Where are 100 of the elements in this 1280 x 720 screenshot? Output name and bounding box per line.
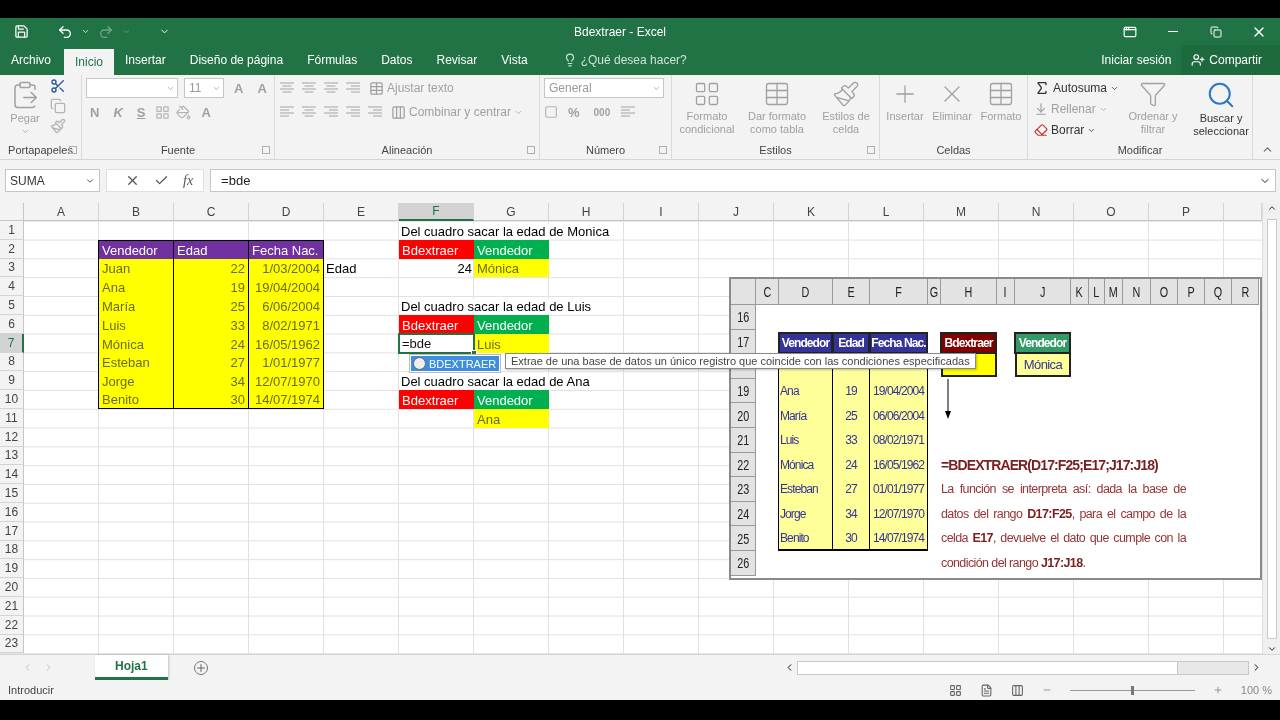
caret-icon[interactable]	[122, 27, 131, 36]
scrollbar-thumb[interactable]	[1266, 218, 1277, 639]
name-box[interactable]: SUMA	[5, 169, 100, 192]
ribbon-tab[interactable]: Insertar	[114, 45, 177, 75]
row-header[interactable]: 15	[0, 484, 24, 503]
align-middle-icon[interactable]	[301, 81, 317, 95]
autosum-button[interactable]: Autosuma	[1032, 78, 1122, 98]
column-header: O	[1151, 279, 1178, 305]
column-header: N	[1123, 279, 1151, 305]
scissors-icon[interactable]	[50, 78, 66, 94]
column-header[interactable]: D	[249, 203, 324, 221]
select-all-button[interactable]	[0, 203, 24, 221]
row-header[interactable]: 4	[0, 277, 24, 297]
column-header[interactable]: B	[99, 203, 174, 221]
column-header[interactable]: O	[1074, 203, 1149, 221]
window-icon	[1122, 24, 1137, 39]
table-cell: 27	[832, 477, 870, 502]
row-header: 20	[731, 403, 756, 428]
row-header[interactable]: 20	[0, 578, 24, 597]
wrap-text-icon	[369, 80, 384, 96]
scroll-up-icon[interactable]	[1266, 203, 1277, 213]
table-cell: 19/04/2004	[869, 378, 928, 404]
table-cell: Bdextraer	[399, 315, 474, 334]
column-header[interactable]: C	[174, 203, 249, 221]
column-header[interactable]: J	[699, 203, 774, 221]
ribbon-tab[interactable]: Diseño de página	[178, 45, 295, 75]
share-button[interactable]: Compartir	[1181, 45, 1280, 75]
tell-me-field[interactable]: ¿Qué desea hacer?	[580, 53, 687, 67]
restore-icon	[1209, 25, 1222, 38]
column-header[interactable]: K	[774, 203, 849, 221]
row-header: 19	[731, 378, 756, 404]
normal-view-icon[interactable]	[948, 683, 962, 697]
clear-button[interactable]: Borrar	[1032, 120, 1122, 140]
column-header: C	[756, 279, 779, 305]
row-header: 23	[731, 477, 756, 502]
group-label: Celdas	[936, 144, 971, 156]
column-header[interactable]: H	[549, 203, 624, 221]
row-header[interactable]: 1	[0, 221, 24, 240]
table-cell: 06/06/2004	[869, 403, 928, 428]
caret-icon[interactable]	[81, 27, 90, 36]
find-select-button[interactable]: Buscar y seleccionar	[1185, 78, 1258, 141]
scroll-down-icon[interactable]	[1266, 644, 1277, 654]
user-plus-icon	[1191, 53, 1206, 67]
column-header[interactable]: G	[474, 203, 549, 221]
cell-text: Del cuadro sacar la edad de Luis	[401, 299, 592, 314]
column-header: Q	[1205, 279, 1232, 305]
group-label: Modificar	[1117, 144, 1163, 156]
row-header[interactable]: 19	[0, 559, 24, 579]
borders-icon[interactable]	[155, 104, 171, 120]
column-header: H	[941, 279, 997, 305]
row-header: 21	[731, 427, 756, 453]
ribbon-tab[interactable]: Revisar	[425, 45, 489, 75]
align-left-icon[interactable]	[279, 105, 295, 119]
ribbon-tab[interactable]: Archivo	[0, 45, 62, 75]
undo-icon[interactable]	[57, 23, 73, 40]
insert-function-button[interactable]: fx	[183, 172, 194, 189]
column-header[interactable]: N	[999, 203, 1074, 221]
ribbon-tab[interactable]: Fórmulas	[296, 45, 369, 75]
cell-text: Del cuadro sacar la edad de Monica	[401, 223, 610, 239]
column-header[interactable]: E	[324, 203, 399, 221]
row-header[interactable]: 9	[0, 371, 24, 391]
cancel-icon[interactable]	[125, 173, 140, 188]
column-header[interactable]: M	[924, 203, 999, 221]
align-right-icon[interactable]	[323, 105, 339, 119]
column-header[interactable]: F	[399, 203, 474, 221]
save-icon[interactable]	[14, 24, 29, 39]
formula-text: =BDEXTRAER(D17:F25;E17;J17:J18)	[941, 456, 1158, 473]
ribbon-tab[interactable]: Datos	[370, 45, 424, 75]
column-header: I	[997, 279, 1015, 305]
ribbon-tab[interactable]: Inicio	[64, 49, 115, 75]
zoom-in-icon[interactable]	[1212, 685, 1223, 695]
row-header[interactable]: 10	[0, 390, 24, 409]
column-header[interactable]: P	[1149, 203, 1224, 221]
filter-icon	[1139, 80, 1168, 108]
column-header[interactable]: A	[24, 203, 99, 221]
font-name-field[interactable]	[86, 78, 178, 98]
scrollbar-thumb[interactable]	[798, 661, 1178, 674]
page-break-icon[interactable]	[1010, 683, 1024, 697]
ribbon-tab[interactable]: Vista	[490, 45, 539, 75]
formula-field[interactable]: =bde	[210, 169, 1276, 192]
align-top-icon[interactable]	[279, 81, 295, 95]
align-center-icon[interactable]	[301, 105, 317, 119]
row-header[interactable]: 14	[0, 465, 24, 485]
table-cell: Bdextraer	[399, 390, 474, 409]
sign-in-link[interactable]: Iniciar sesión	[1091, 45, 1182, 75]
column-header[interactable]: I	[624, 203, 699, 221]
column-header[interactable]: L	[849, 203, 924, 221]
table-cell: 6/06/2004	[248, 296, 324, 315]
align-bottom-icon[interactable]	[323, 81, 339, 95]
sheet-tab[interactable]: Hoja1	[95, 655, 168, 680]
row-header: 24	[731, 501, 756, 527]
zoom-thumb[interactable]	[1131, 685, 1135, 695]
paint-bucket-icon[interactable]	[176, 104, 192, 120]
editing-cell[interactable]: =bde	[398, 332, 475, 354]
redo-icon[interactable]	[98, 23, 114, 40]
row-header[interactable]: 5	[0, 296, 24, 315]
paintbrush-icon[interactable]	[50, 118, 66, 134]
page-layout-icon[interactable]	[979, 683, 993, 697]
cell-text: Del cuadro sacar la edad de Ana	[401, 374, 590, 390]
window-title: Bdextraer - Excel	[574, 24, 668, 39]
